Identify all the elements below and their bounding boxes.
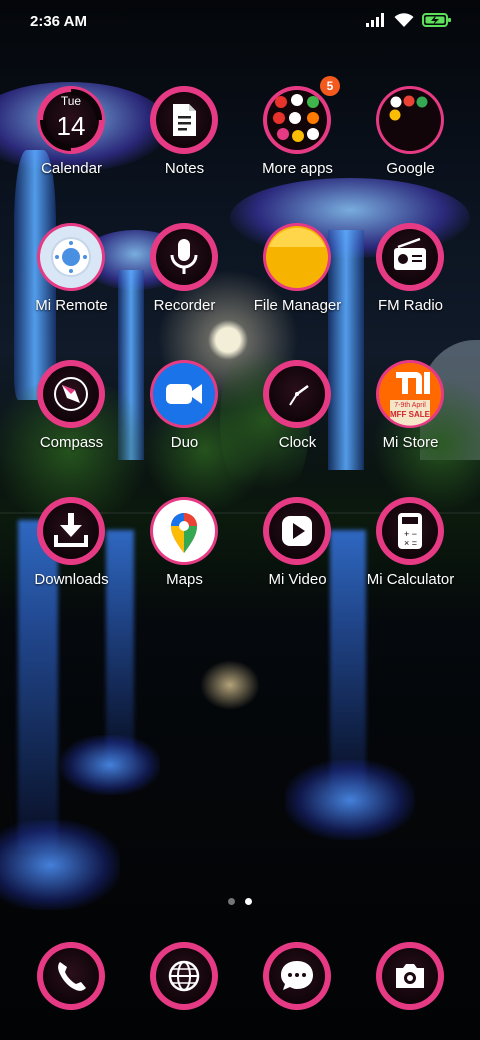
app-label: Calendar [41, 160, 102, 177]
video-call-icon [150, 360, 218, 428]
app-label: Notes [164, 160, 205, 177]
app-label: Recorder [153, 297, 216, 314]
camera-icon[interactable] [374, 940, 446, 1012]
app-label: Duo [170, 434, 199, 451]
microphone-icon [150, 223, 218, 291]
app-label: More apps [262, 160, 333, 177]
app-notes[interactable]: Notes [128, 84, 241, 204]
app-label: Mi Remote [35, 297, 108, 314]
app-label: FM Radio [377, 297, 444, 314]
promo-text: MFF SALE [390, 410, 430, 419]
download-icon [37, 497, 105, 565]
notes-icon [150, 86, 218, 154]
mi-store-icon [376, 360, 444, 428]
browser-icon[interactable] [148, 940, 220, 1012]
clock-icon [263, 360, 331, 428]
calendar-day: Tue [60, 94, 82, 108]
play-icon [263, 497, 331, 565]
app-clock[interactable]: Clock [241, 358, 354, 478]
dock [0, 940, 480, 1012]
app-label: Mi Video [268, 571, 327, 588]
app-label: File Manager [253, 297, 342, 314]
app-compass[interactable]: Compass [15, 358, 128, 478]
app-calendar[interactable]: Tue 14 Calendar [15, 84, 128, 204]
app-label: Compass [39, 434, 104, 451]
app-downloads[interactable]: Downloads [15, 495, 128, 615]
app-folder-google[interactable]: Google [354, 84, 467, 204]
app-folder-more-apps[interactable]: 5 More apps [241, 76, 354, 204]
compass-icon [37, 360, 105, 428]
page-indicator [0, 898, 480, 905]
promo-text: 7-9th April [394, 402, 426, 409]
folder-icon [263, 86, 331, 154]
app-file-manager[interactable]: File Manager [241, 221, 354, 341]
app-mi-calculator[interactable]: + − × = Mi Calculator [354, 495, 467, 615]
app-mi-remote[interactable]: Mi Remote [15, 221, 128, 341]
app-maps[interactable]: Maps [128, 495, 241, 615]
calendar-date: 14 [56, 111, 86, 141]
app-label: Downloads [34, 571, 109, 588]
page-dot[interactable] [228, 898, 235, 905]
notification-badge: 5 [320, 76, 340, 96]
app-mi-video[interactable]: Mi Video [241, 495, 354, 615]
app-grid: Tue 14 Calendar Notes 5 More apps Google… [0, 0, 480, 620]
svg-text:× =: × = [404, 538, 417, 548]
app-recorder[interactable]: Recorder [128, 221, 241, 341]
radio-icon [376, 223, 444, 291]
app-label: Google [386, 160, 435, 177]
calculator-icon: + − × = [376, 497, 444, 565]
app-fm-radio[interactable]: FM Radio [354, 221, 467, 341]
file-manager-icon [263, 223, 331, 291]
maps-pin-icon [150, 497, 218, 565]
app-label: Mi Calculator [366, 571, 455, 588]
app-label: Mi Store [382, 434, 439, 451]
messages-icon[interactable] [261, 940, 333, 1012]
app-mi-store[interactable]: 7-9th April MFF SALE Mi Store [354, 358, 467, 478]
folder-icon [376, 86, 444, 154]
app-label: Clock [278, 434, 317, 451]
phone-icon[interactable] [35, 940, 107, 1012]
app-label: Maps [166, 571, 203, 588]
app-duo[interactable]: Duo [128, 358, 241, 478]
mi-remote-icon [37, 223, 105, 291]
page-dot-active[interactable] [245, 898, 252, 905]
